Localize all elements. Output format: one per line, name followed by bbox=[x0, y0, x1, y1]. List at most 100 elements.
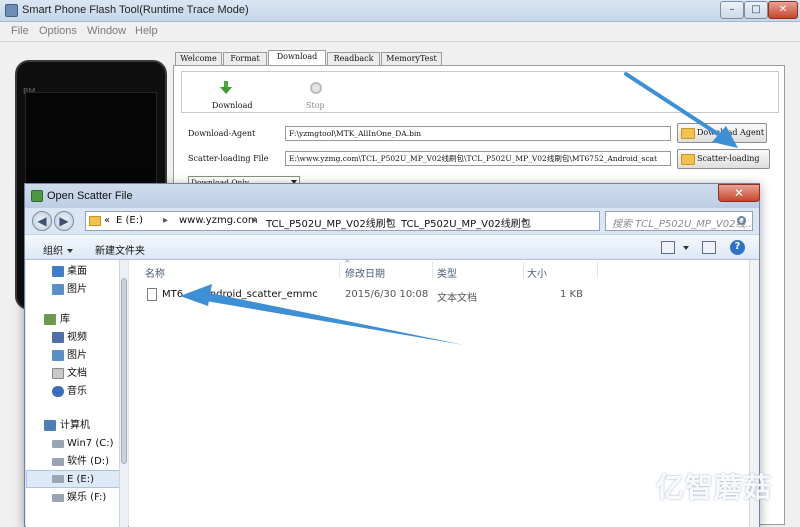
folder-icon bbox=[681, 154, 695, 165]
navigation-scrollbar[interactable] bbox=[119, 260, 128, 527]
download-agent-path[interactable]: F:\yzmgtool\MTK_AllInOne_DA.bin bbox=[285, 126, 671, 141]
nav-item-videos[interactable]: 视频 bbox=[26, 329, 120, 347]
menu-help[interactable]: Help bbox=[135, 25, 158, 37]
breadcrumb-separator[interactable]: ▸ bbox=[163, 215, 168, 226]
search-icon[interactable] bbox=[737, 216, 746, 225]
documents-icon bbox=[52, 368, 64, 379]
nav-item-computer[interactable]: 计算机 bbox=[26, 417, 120, 435]
breadcrumb-overflow[interactable]: « bbox=[104, 215, 110, 226]
nav-item-drive-c[interactable]: Win7 (C:) bbox=[26, 435, 120, 453]
download-agent-button-label: Download Agent bbox=[697, 128, 765, 137]
breadcrumb-current-folder[interactable]: TCL_P502U_MP_V02线刷包 bbox=[401, 215, 531, 230]
nav-item-pictures[interactable]: 图片 bbox=[26, 281, 120, 299]
minimize-button[interactable]: – bbox=[720, 1, 744, 19]
chevron-down-icon bbox=[67, 249, 73, 253]
nav-item-label: 软件 (D:) bbox=[67, 456, 110, 467]
back-button[interactable]: ◀ bbox=[32, 211, 52, 231]
nav-item-label: 库 bbox=[60, 314, 70, 325]
site-watermark: 亿智蘑菇 YZMG.COM bbox=[598, 462, 798, 524]
scatter-loading-button[interactable]: Scatter-loading bbox=[677, 149, 770, 169]
download-toolbar: Download Stop bbox=[181, 71, 779, 113]
menu-options[interactable]: Options bbox=[39, 25, 77, 37]
file-name-end: Android_scatter_emmc bbox=[203, 289, 318, 300]
dialog-close-button[interactable]: ✕ bbox=[718, 184, 760, 202]
forward-button[interactable]: ▶ bbox=[54, 211, 74, 231]
menu-window[interactable]: Window bbox=[87, 25, 126, 37]
desktop-icon bbox=[52, 266, 64, 277]
breadcrumb-separator[interactable]: ▸ bbox=[387, 215, 392, 226]
download-button[interactable]: Download bbox=[212, 101, 253, 110]
chevron-down-icon[interactable] bbox=[683, 246, 689, 250]
breadcrumb-separator[interactable]: ▸ bbox=[252, 215, 257, 226]
computer-icon bbox=[44, 420, 56, 431]
folder-icon bbox=[681, 128, 695, 139]
organize-menu[interactable]: 组织 bbox=[43, 242, 73, 257]
drive-icon bbox=[52, 475, 64, 483]
tab-welcome[interactable]: Welcome bbox=[175, 52, 222, 66]
column-header-size[interactable]: 大小 bbox=[527, 265, 547, 280]
main-titlebar[interactable]: Smart Phone Flash Tool(Runtime Trace Mod… bbox=[0, 0, 800, 22]
command-bar: 组织 新建文件夹 ? bbox=[25, 234, 759, 260]
nav-item-label: 桌面 bbox=[67, 266, 87, 277]
column-divider[interactable] bbox=[523, 262, 524, 278]
new-folder-button[interactable]: 新建文件夹 bbox=[95, 242, 145, 257]
file-modified: 2015/6/30 10:08 bbox=[345, 289, 429, 300]
folder-icon bbox=[89, 216, 101, 226]
nav-item-drive-f[interactable]: 娱乐 (F:) bbox=[26, 489, 120, 507]
column-divider[interactable] bbox=[432, 262, 433, 278]
column-divider[interactable] bbox=[597, 262, 598, 278]
drive-icon bbox=[52, 494, 64, 502]
dialog-titlebar[interactable]: Open Scatter File ✕ bbox=[25, 184, 760, 208]
search-placeholder: 搜索 TCL_P502U_MP_V02线... bbox=[612, 219, 753, 230]
search-input[interactable]: 搜索 TCL_P502U_MP_V02线... bbox=[605, 211, 753, 231]
videos-icon bbox=[52, 332, 64, 343]
stop-button[interactable]: Stop bbox=[306, 101, 325, 110]
scatter-loading-path[interactable]: E:\www.yzmg.com\TCL_P502U_MP_V02线刷包\TCL_… bbox=[285, 151, 671, 166]
download-arrow-icon[interactable] bbox=[220, 81, 232, 95]
organize-label: 组织 bbox=[43, 246, 63, 257]
breadcrumb-drive-e[interactable]: E (E:) bbox=[116, 215, 143, 226]
menu-bar: File Options Window Help bbox=[0, 22, 800, 42]
nav-item-drive-d[interactable]: 软件 (D:) bbox=[26, 453, 120, 471]
nav-item-music[interactable]: 音乐 bbox=[26, 383, 120, 401]
music-icon bbox=[52, 386, 64, 397]
file-name-start: MT6 bbox=[162, 289, 184, 300]
scatter-loading-path-text: E:\www.yzmg.com\TCL_P502U_MP_V02线刷包\TCL_… bbox=[289, 154, 658, 163]
column-header-name[interactable]: 名称 bbox=[145, 265, 165, 280]
preview-pane-icon[interactable] bbox=[702, 241, 716, 254]
tab-readback[interactable]: Readback bbox=[327, 52, 380, 66]
column-header-modified[interactable]: 修改日期 bbox=[345, 265, 385, 280]
column-divider[interactable] bbox=[339, 262, 340, 278]
nav-item-library-pictures[interactable]: 图片 bbox=[26, 347, 120, 365]
nav-item-drive-e[interactable]: E (E:) bbox=[26, 470, 120, 488]
maximize-button[interactable]: □ bbox=[744, 1, 768, 19]
stop-icon bbox=[310, 82, 322, 94]
nav-item-label: 文档 bbox=[67, 368, 87, 379]
dialog-navigation-row: ◀ ▶ « E (E:) ▸ www.yzmg.com ▸ TCL_P502U_… bbox=[25, 208, 759, 232]
dialog-app-icon bbox=[31, 190, 43, 202]
scrollbar-thumb[interactable] bbox=[121, 278, 127, 464]
help-icon[interactable]: ? bbox=[730, 240, 745, 255]
nav-item-documents[interactable]: 文档 bbox=[26, 365, 120, 383]
menu-file[interactable]: File bbox=[11, 25, 29, 37]
drive-icon bbox=[52, 458, 64, 466]
nav-item-libraries[interactable]: 库 bbox=[26, 311, 120, 329]
column-header-type[interactable]: 类型 bbox=[437, 265, 457, 280]
tab-format[interactable]: Format bbox=[223, 52, 267, 66]
download-agent-button[interactable]: Download Agent bbox=[677, 123, 767, 143]
tab-memorytest[interactable]: MemoryTest bbox=[381, 52, 442, 66]
text-file-icon bbox=[147, 288, 157, 301]
breadcrumb-package-folder[interactable]: TCL_P502U_MP_V02线刷包 bbox=[266, 215, 396, 230]
main-window-title: Smart Phone Flash Tool(Runtime Trace Mod… bbox=[22, 4, 249, 16]
nav-item-label: 计算机 bbox=[60, 420, 90, 431]
nav-item-label: 图片 bbox=[67, 350, 87, 361]
breadcrumb-separator[interactable]: ▸ bbox=[523, 215, 528, 226]
view-options-icon[interactable] bbox=[661, 241, 675, 254]
address-bar[interactable]: « E (E:) ▸ www.yzmg.com ▸ TCL_P502U_MP_V… bbox=[85, 211, 600, 231]
file-type: 文本文档 bbox=[437, 293, 477, 304]
breadcrumb-site-folder[interactable]: www.yzmg.com bbox=[179, 215, 258, 226]
close-button[interactable]: ✕ bbox=[768, 1, 798, 19]
nav-item-desktop[interactable]: 桌面 bbox=[26, 263, 120, 281]
nav-item-label: 视频 bbox=[67, 332, 87, 343]
libraries-icon bbox=[44, 314, 56, 325]
